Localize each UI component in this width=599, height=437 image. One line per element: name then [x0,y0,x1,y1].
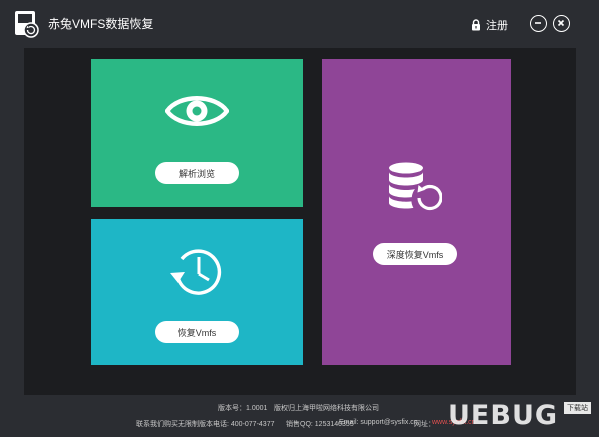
clock-history-icon [166,243,226,308]
browse-button[interactable]: 解析浏览 [155,162,239,184]
minimize-button[interactable] [530,15,547,32]
eye-icon [164,90,230,137]
restore-button[interactable]: 恢复Vmfs [155,321,239,343]
disk-restore-icon [14,10,40,38]
contact-hint: 联系我们购买无限制版本 [136,421,213,428]
email-text: Email: support@sysfix.cn [339,419,418,426]
phone-text: 电话: 400-077-4377 [213,421,275,428]
version-text: 版本号：1.0001 [218,405,268,412]
watermark-text: UEBUG [448,400,559,431]
restore-label: 恢复Vmfs [177,327,217,338]
lock-icon [471,19,481,31]
main-panel: 解析浏览 恢复Vmfs 深度恢复Vmfs [24,48,576,395]
deep-restore-tile[interactable]: 深度恢复Vmfs [322,59,511,365]
app-title: 赤兔VMFS数据恢复 [48,17,154,31]
watermark-tag: 下载站 [564,402,591,414]
database-restore-icon [386,160,443,221]
deep-restore-button[interactable]: 深度恢复Vmfs [373,243,457,265]
close-button[interactable] [553,15,570,32]
copyright-text: 版权归上海甲啦网络科技有限公司 [274,405,379,412]
deep-restore-label: 深度恢复Vmfs [386,249,444,260]
register-button[interactable]: 注册 [471,16,508,34]
watermark-logo: UEBUG 下载站 [448,398,598,436]
restore-tile[interactable]: 恢复Vmfs [91,219,303,365]
title-bar: 赤兔VMFS数据恢复 注册 [0,0,599,48]
browse-label: 解析浏览 [178,168,215,179]
register-label: 注册 [486,20,508,32]
browse-tile[interactable]: 解析浏览 [91,59,303,207]
